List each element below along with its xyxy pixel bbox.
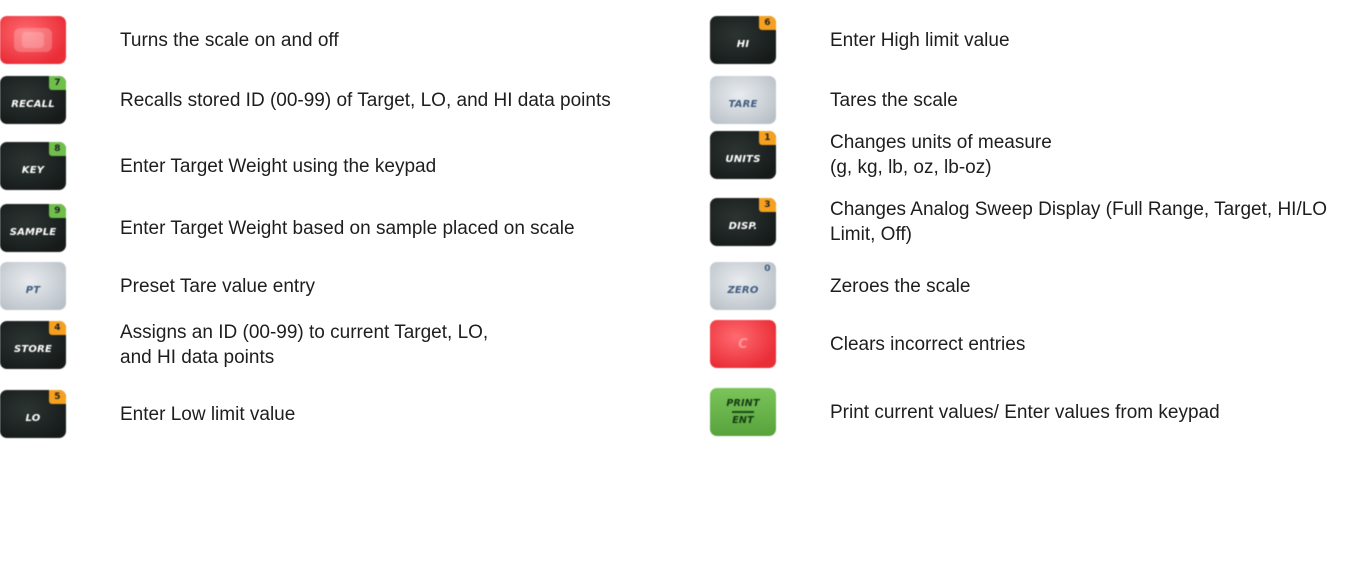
key-number-badge: 4 [49, 321, 66, 335]
key-row-tare: TARE Tares the scale [710, 76, 1359, 124]
key-caption: RECALL [11, 98, 55, 110]
key-caption: PT [25, 284, 41, 296]
key-number-badge: 7 [49, 76, 66, 90]
key-row-sample: SAMPLE 9 Enter Target Weight based on samp… [0, 204, 680, 252]
key-shine [22, 32, 44, 48]
key-number-badge: 3 [759, 198, 776, 212]
key-description: Clears incorrect entries [830, 333, 1026, 355]
key-description: Tares the scale [830, 89, 958, 111]
clear-key-icon: C [710, 320, 776, 368]
key-description: Enter Target Weight based on sample plac… [120, 217, 575, 239]
sample-key-icon: SAMPLE 9 [0, 204, 66, 252]
key-caption: DISP. [728, 220, 758, 232]
key-row-pt: PT Preset Tare value entry [0, 262, 680, 310]
tare-key-icon: TARE [710, 76, 776, 124]
disp-key-icon: DISP. 3 [710, 198, 776, 246]
key-description: Changes units of measure (g, kg, lb, oz,… [830, 132, 1052, 178]
key-number-badge: 5 [49, 390, 66, 404]
key-description: Changes Analog Sweep Display (Full Range… [830, 199, 1328, 245]
hi-key-icon: HI 6 [710, 16, 776, 64]
key-number-badge: 8 [49, 142, 66, 156]
key-description: Recalls stored ID (00-99) of Target, LO,… [120, 89, 611, 111]
key-number-badge: 6 [759, 16, 776, 30]
key-description: Zeroes the scale [830, 275, 971, 297]
key-key-icon: KEY 8 [0, 142, 66, 190]
key-divider [732, 411, 754, 413]
zero-key-icon: ZERO 0 [710, 262, 776, 310]
key-caption: UNITS [725, 153, 761, 165]
lo-key-icon: LO 5 [0, 390, 66, 438]
key-description: Print current values/ Enter values from … [830, 401, 1220, 423]
key-row-recall: RECALL 7 Recalls stored ID (00-99) of Targ… [0, 76, 680, 124]
key-description: Turns the scale on and off [120, 29, 339, 51]
key-caption-stack: PRINT ENT [726, 397, 759, 427]
key-caption: HI [736, 38, 750, 50]
key-caption: LO [25, 412, 41, 424]
key-number-badge: 9 [49, 204, 66, 218]
key-description: Enter Target Weight using the keypad [120, 155, 437, 177]
key-number-badge: 1 [759, 131, 776, 145]
key-row-zero: ZERO 0 Zeroes the scale [710, 262, 1359, 310]
key-caption: KEY [21, 164, 45, 176]
key-caption: STORE [13, 343, 53, 355]
key-row-units: UNITS 1 Changes units of measure (g, kg, l… [710, 130, 1359, 180]
key-caption: ZERO [727, 284, 759, 296]
key-description: Preset Tare value entry [120, 275, 316, 297]
key-row-power: Turns the scale on and off [0, 16, 680, 64]
print-key-icon: PRINT ENT [710, 388, 776, 436]
key-row-store: STORE 4 Assigns an ID (00-99) to current T… [0, 320, 680, 370]
key-row-clear: C Clears incorrect entries [710, 320, 1359, 368]
key-caption: PRINT [726, 398, 760, 410]
units-key-icon: UNITS 1 [710, 131, 776, 179]
pt-key-icon: PT [0, 262, 66, 310]
key-caption: C [738, 336, 748, 352]
recall-key-icon: RECALL 7 [0, 76, 66, 124]
key-caption: TARE [728, 98, 758, 110]
key-row-key: KEY 8 Enter Target Weight using the keypad [0, 142, 680, 190]
key-number-badge: 0 [764, 264, 771, 274]
store-key-icon: STORE 4 [0, 321, 66, 369]
key-description: Enter High limit value [830, 29, 1010, 51]
key-row-hi: HI 6 Enter High limit value [710, 16, 1359, 64]
key-caption: SAMPLE [9, 226, 57, 238]
key-description: Assigns an ID (00-99) to current Target,… [120, 322, 489, 368]
key-row-print: PRINT ENT Print current values/ Enter valu… [710, 388, 1359, 436]
power-key-icon [0, 16, 66, 64]
key-description: Enter Low limit value [120, 403, 296, 425]
key-row-disp: DISP. 3 Changes Analog Sweep Display (Full… [710, 197, 1359, 247]
key-row-lo: LO 5 Enter Low limit value [0, 390, 680, 438]
key-caption-secondary: ENT [732, 414, 754, 426]
